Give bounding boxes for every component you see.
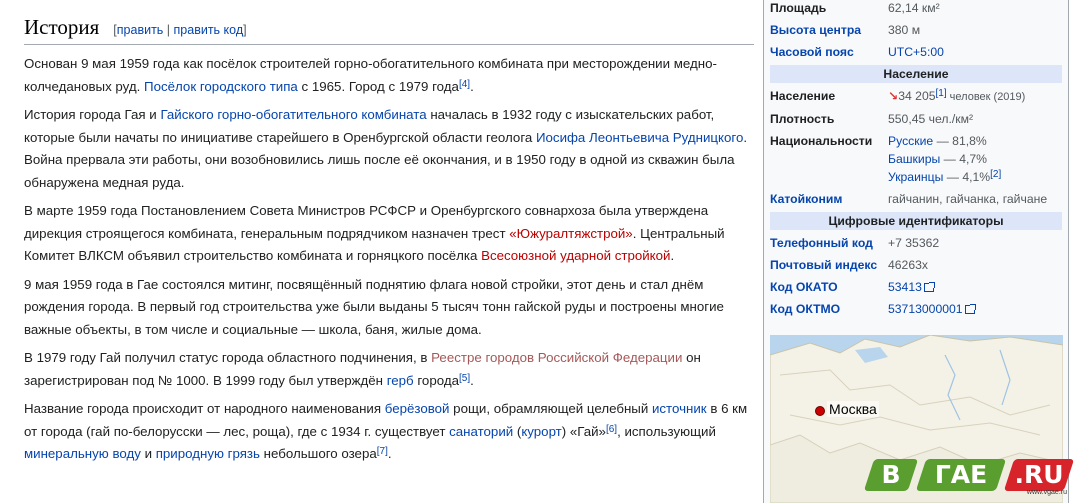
trend-down-icon: ↘ bbox=[888, 89, 899, 103]
paragraph-1: Основан 9 мая 1959 года как посёлок стро… bbox=[24, 56, 717, 94]
link-gok[interactable]: Гайского горно-обогатительного комбината bbox=[160, 107, 426, 122]
link-city-register[interactable]: Реестре городов Российской Федерации bbox=[431, 350, 682, 365]
okato-value[interactable]: 53413 bbox=[888, 280, 922, 294]
infobox-row-timezone: Часовой пояс UTC+5:00 bbox=[770, 41, 1062, 63]
ref-6[interactable]: [6] bbox=[606, 424, 617, 435]
katoikonym-label[interactable]: Катойконим bbox=[770, 190, 888, 208]
article-section: История [править | править код] Основан … bbox=[24, 0, 754, 466]
oktmo-value[interactable]: 53713000001 bbox=[888, 302, 963, 316]
ids-header: Цифровые идентификаторы bbox=[770, 212, 1062, 230]
link-rudnitsky[interactable]: Иосифа Леонтьевича Рудницкого bbox=[536, 130, 743, 145]
ref-2[interactable]: [2] bbox=[990, 169, 1001, 180]
katoikonym-value: гайчанин, гайчанка, гайчане bbox=[888, 192, 1048, 206]
population-label: Население bbox=[770, 89, 836, 103]
infobox-row-elevation: Высота центра 380 м bbox=[770, 19, 1062, 41]
paragraph-5: В 1979 году Гай получил статус города об… bbox=[24, 350, 701, 388]
elevation-label[interactable]: Высота центра bbox=[770, 21, 888, 39]
timezone-label[interactable]: Часовой пояс bbox=[770, 43, 888, 61]
link-udarnaya-stroyka[interactable]: Всесоюзной ударной стройкой bbox=[481, 248, 670, 263]
external-link-icon bbox=[923, 282, 935, 292]
infobox-row-area: Площадь 62,14 км² bbox=[770, 0, 1062, 19]
ref-4[interactable]: [4] bbox=[459, 79, 470, 90]
density-label: Плотность bbox=[770, 112, 835, 126]
postal-label[interactable]: Почтовый индекс bbox=[770, 256, 888, 274]
edit-links: [править | править код] bbox=[113, 23, 247, 37]
timezone-value[interactable]: UTC+5:00 bbox=[888, 45, 944, 59]
link-settlement-type[interactable]: Посёлок городского типа bbox=[144, 79, 298, 94]
link-spring[interactable]: источник bbox=[652, 401, 707, 416]
infobox-row-okato: Код ОКАТО 53413 bbox=[770, 276, 1062, 298]
phone-code-value: +7 35362 bbox=[888, 236, 940, 250]
paragraph-6: Название города происходит от народного … bbox=[24, 401, 748, 461]
external-link-icon bbox=[964, 304, 976, 314]
infobox-row-katoikonym: Катойконим гайчанин, гайчанка, гайчане bbox=[770, 188, 1062, 210]
section-heading-row: История [править | править код] bbox=[24, 0, 754, 45]
population-header: Население bbox=[770, 65, 1062, 83]
area-label: Площадь bbox=[770, 1, 827, 15]
elevation-value: 380 м bbox=[888, 23, 921, 37]
infobox-row-oktmo: Код ОКТМО 53713000001 bbox=[770, 298, 1062, 320]
link-bashkirs[interactable]: Башкиры bbox=[888, 152, 940, 166]
paragraph-2: История города Гая и Гайского горно-обог… bbox=[24, 107, 748, 190]
moscow-marker-icon bbox=[815, 406, 825, 416]
link-sanatorium[interactable]: санаторий bbox=[449, 424, 513, 439]
logo-subtitle: www.vgae.ru bbox=[1026, 489, 1067, 496]
paragraph-3: В марте 1959 года Постановлением Совета … bbox=[24, 203, 725, 263]
link-mineral-water[interactable]: минеральную воду bbox=[24, 446, 141, 461]
logo-chip-ru: .RU bbox=[1003, 459, 1075, 491]
infobox-row-nationalities: Национальности Русские — 81,8% Башкиры —… bbox=[770, 134, 1002, 184]
link-yuzhuraltyazhstroy[interactable]: «Южуралтяжстрой» bbox=[509, 226, 632, 241]
oktmo-label[interactable]: Код ОКТМО bbox=[770, 300, 888, 318]
infobox-row-postal: Почтовый индекс 46263x bbox=[770, 254, 1062, 276]
link-coat-of-arms[interactable]: герб bbox=[387, 373, 414, 388]
logo-chip-gae: ГАЕ bbox=[915, 459, 1007, 491]
ref-7[interactable]: [7] bbox=[377, 446, 388, 457]
edit-source-link[interactable]: править код bbox=[174, 23, 244, 37]
density-value: 550,45 чел./км² bbox=[888, 112, 974, 126]
link-resort[interactable]: курорт bbox=[521, 424, 561, 439]
section-title: История bbox=[24, 15, 100, 39]
okato-label[interactable]: Код ОКАТО bbox=[770, 278, 888, 296]
site-watermark-logo: В ГАЕ .RU www.vgae.ru bbox=[863, 455, 1075, 496]
link-russians[interactable]: Русские bbox=[888, 134, 933, 148]
paragraph-4: 9 мая 1959 года в Гае состоялся митинг, … bbox=[24, 276, 724, 337]
link-birch[interactable]: берёзовой bbox=[385, 401, 450, 416]
link-ukrainians[interactable]: Украинцы bbox=[888, 170, 943, 184]
postal-value: 46263x bbox=[888, 258, 928, 272]
area-value: 62,14 км² bbox=[888, 1, 940, 15]
infobox-row-population: Население ↘34 205[1] человек (2019) bbox=[770, 85, 1062, 108]
infobox-row-density: Плотность 550,45 чел./км² bbox=[770, 108, 1062, 130]
phone-code-label[interactable]: Телефонный код bbox=[770, 234, 888, 252]
infobox-row-phone: Телефонный код +7 35362 bbox=[770, 232, 1062, 254]
link-mud[interactable]: природную грязь bbox=[156, 446, 260, 461]
ref-5[interactable]: [5] bbox=[459, 373, 470, 384]
logo-chip-v: В bbox=[863, 459, 919, 491]
moscow-label: Москва bbox=[827, 401, 879, 417]
ref-1[interactable]: [1] bbox=[936, 88, 947, 99]
nationalities-label: Национальности bbox=[770, 134, 873, 148]
infobox: Площадь 62,14 км² Высота центра 380 м Ча… bbox=[763, 0, 1069, 503]
population-value: 34 205 bbox=[898, 89, 936, 103]
edit-link[interactable]: править bbox=[117, 23, 164, 37]
